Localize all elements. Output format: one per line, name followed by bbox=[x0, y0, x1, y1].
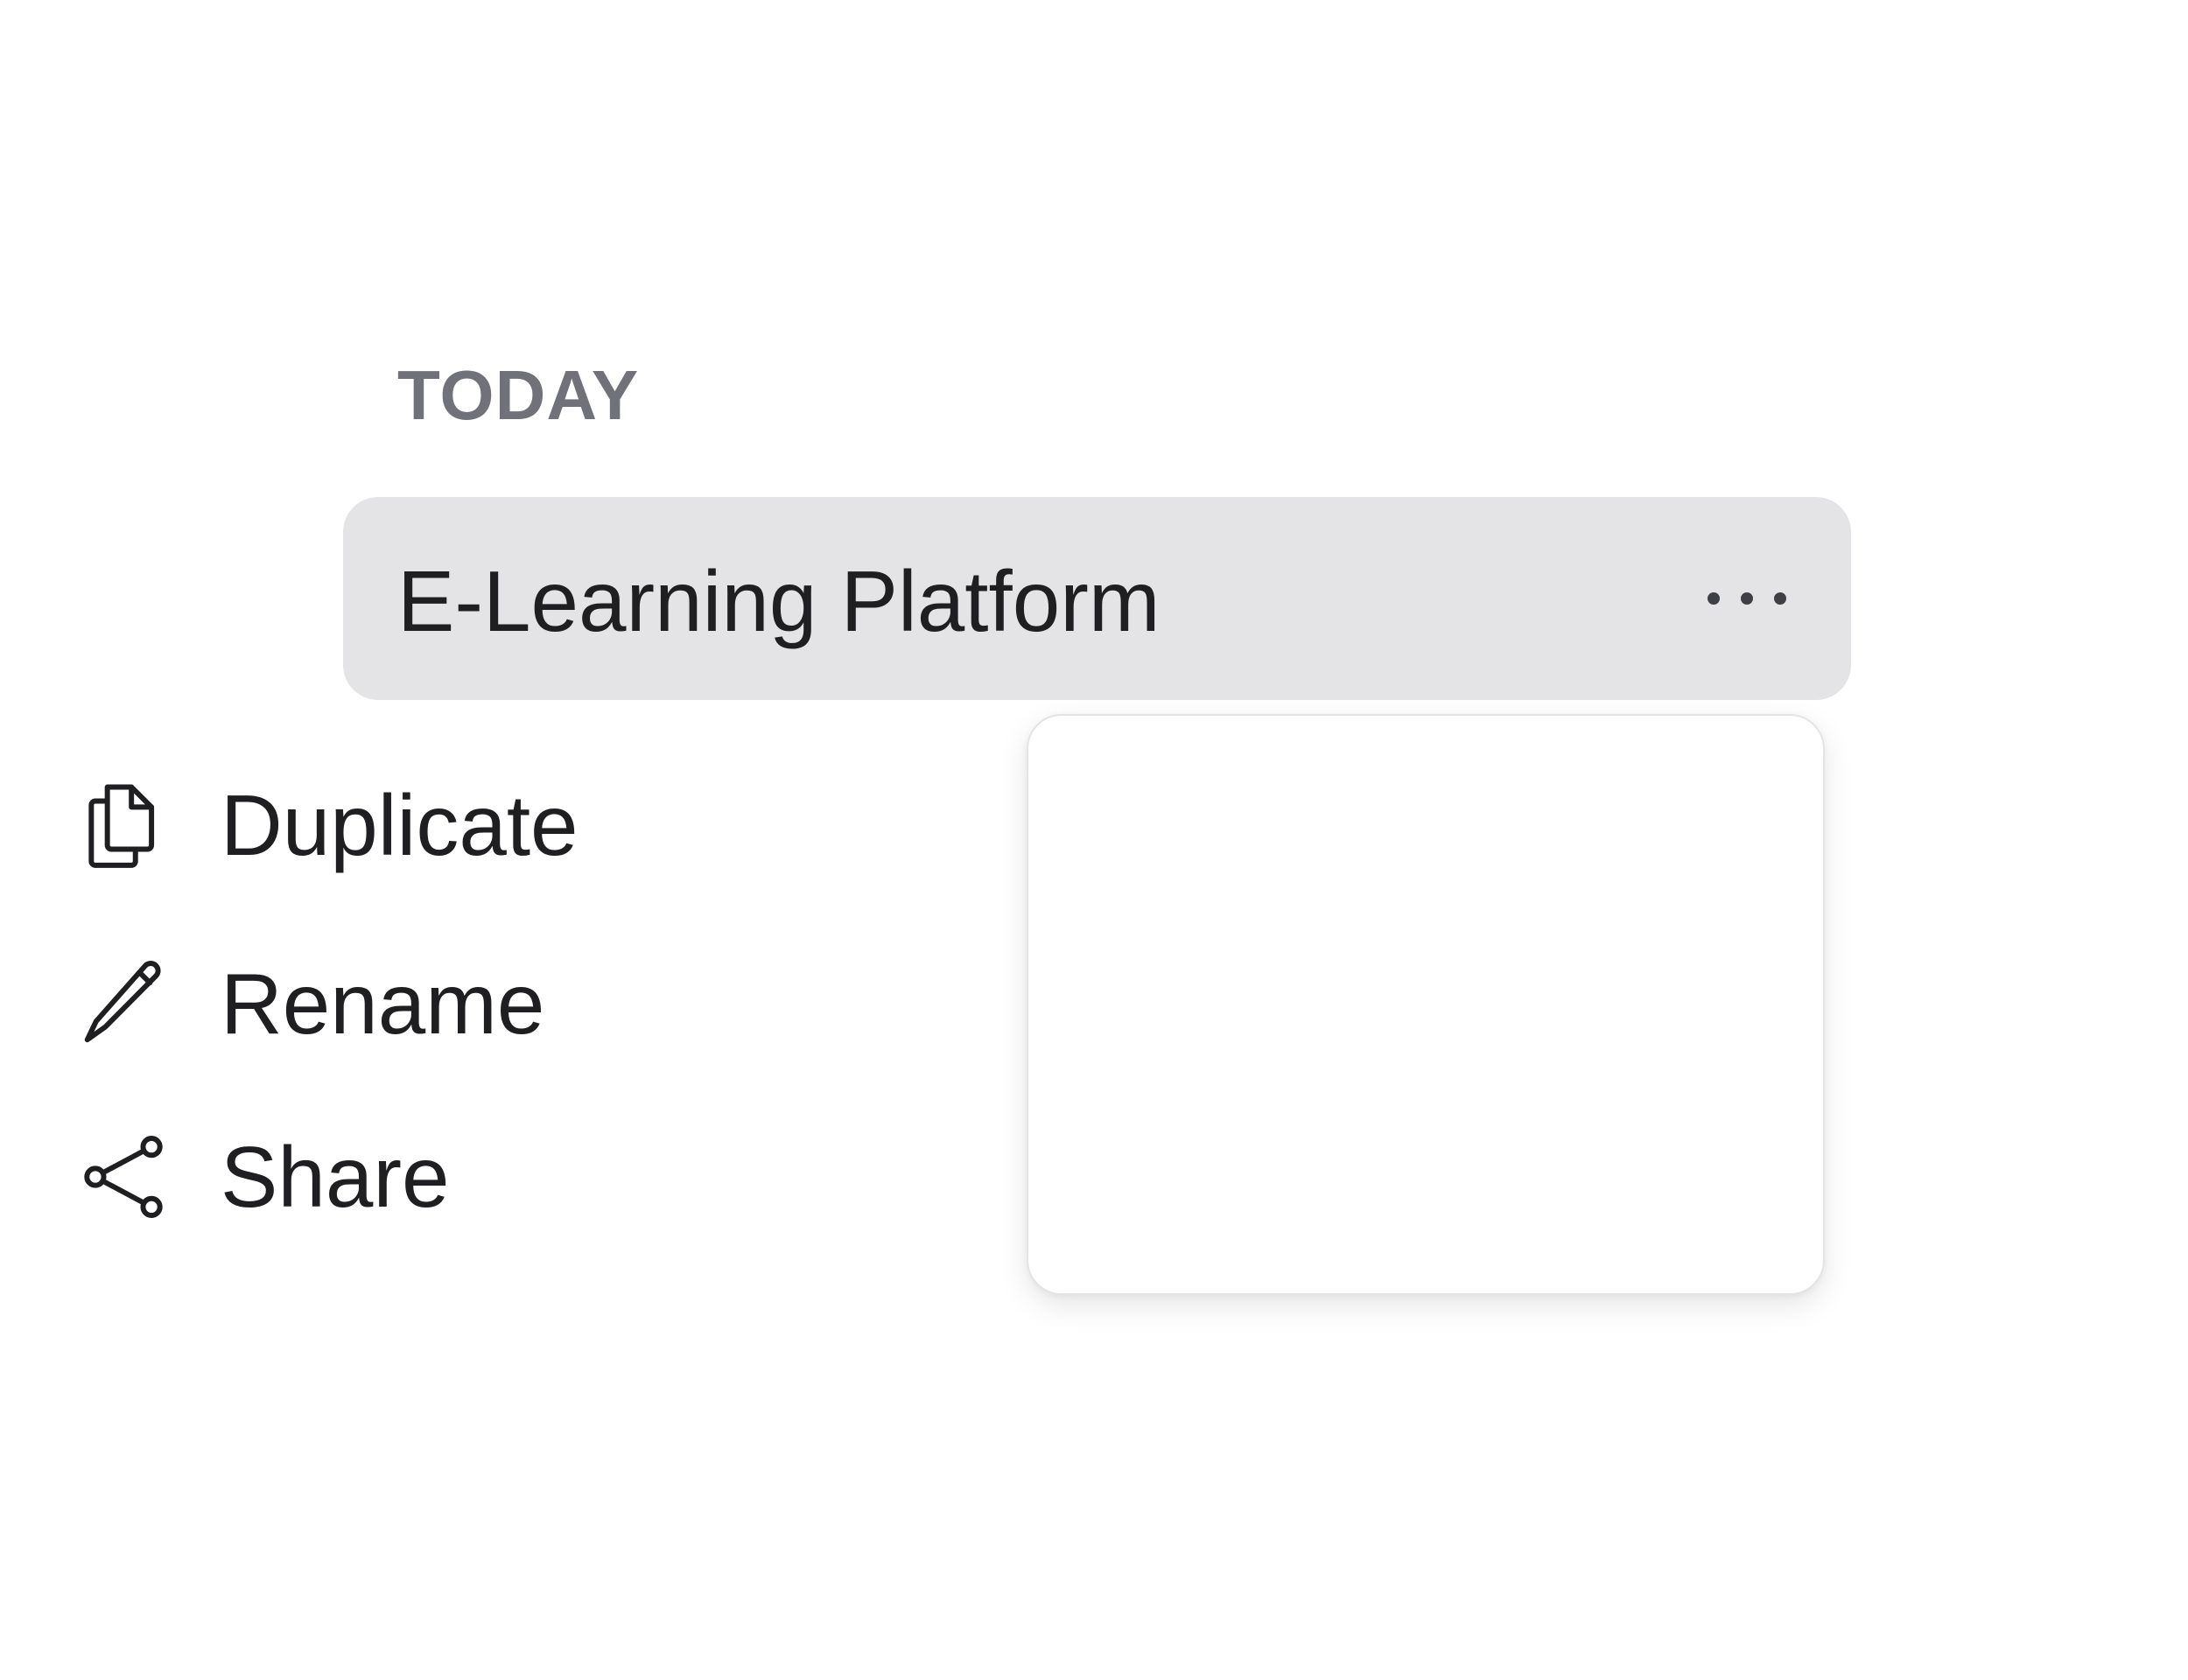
menu-item-rename-label: Rename bbox=[221, 956, 545, 1052]
context-menu bbox=[1027, 714, 1825, 1295]
chat-item-e-learning-platform[interactable]: E-Learning Platform bbox=[343, 497, 1851, 700]
pencil-icon bbox=[75, 956, 172, 1052]
menu-item-share[interactable]: Share bbox=[75, 1111, 740, 1242]
menu-item-duplicate-label: Duplicate bbox=[221, 777, 579, 873]
more-options-button[interactable] bbox=[1699, 564, 1795, 634]
more-horizontal-icon bbox=[1705, 590, 1789, 607]
menu-item-share-label: Share bbox=[221, 1129, 450, 1225]
menu-item-rename[interactable]: Rename bbox=[75, 938, 740, 1069]
duplicate-icon bbox=[75, 777, 172, 873]
section-label-today: TODAY bbox=[397, 356, 640, 434]
share-icon bbox=[75, 1129, 172, 1225]
menu-item-duplicate[interactable]: Duplicate bbox=[75, 760, 740, 891]
chat-item-title: E-Learning Platform bbox=[397, 553, 1161, 649]
